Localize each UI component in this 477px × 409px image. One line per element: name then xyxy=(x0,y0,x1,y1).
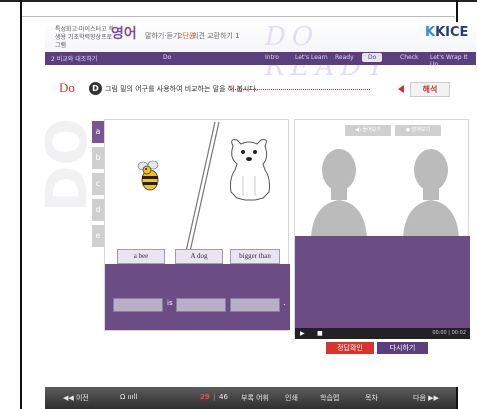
activity-badge: D xyxy=(89,82,102,95)
footer-bar: ◀◀ 이전 Ω ıııll 29 | 46 부록 어휘 인쇄 학습맵 목차 다음… xyxy=(45,387,456,409)
tab-a[interactable]: a xyxy=(92,121,104,143)
answer-blank-3[interactable] xyxy=(230,298,280,312)
play-icon[interactable]: ▶ xyxy=(300,330,305,337)
stop-icon[interactable]: ■ xyxy=(317,330,323,337)
video-area[interactable] xyxy=(295,236,470,328)
word-card-bee[interactable]: a bee xyxy=(117,249,165,264)
nav-ready[interactable]: Ready xyxy=(335,54,354,61)
tab-e[interactable]: e xyxy=(92,225,104,247)
toc-button[interactable]: 목차 xyxy=(365,393,378,403)
kice-logo-text: KICE xyxy=(435,25,469,40)
prev-button[interactable]: ◀◀ 이전 xyxy=(63,393,89,403)
interpret-button[interactable]: 해석 xyxy=(410,82,450,97)
page-current: 29 xyxy=(200,393,210,401)
nav-check[interactable]: Check xyxy=(400,54,418,61)
word-card-bigger-than[interactable]: bigger than xyxy=(230,249,280,264)
check-answer-button[interactable]: 정답확인 xyxy=(326,342,374,354)
sentence-period: . xyxy=(283,298,286,307)
watermark: DO xyxy=(35,117,100,212)
study-map-button[interactable]: 학습맵 xyxy=(320,393,339,403)
nav-do[interactable]: Do xyxy=(362,53,383,62)
video-panel: ◀) 들어보기 ● 말해보기 ▶ ■ 00:00 | 00:02 xyxy=(294,119,470,339)
bee-image xyxy=(137,160,159,191)
word-card-dog[interactable]: A dog xyxy=(175,249,223,264)
sentence-is: is xyxy=(167,299,173,307)
lesson-title: 2 비교와 대조하기 xyxy=(51,56,98,63)
lesson-nav: 2 비교와 대조하기 Do Intro Let's Learn Ready Do… xyxy=(45,52,476,68)
top-rule xyxy=(22,16,455,17)
dotted-divider xyxy=(230,89,370,90)
page-total: 46 xyxy=(219,393,228,401)
section-label: Do xyxy=(163,54,172,61)
speak-button[interactable]: ● 말해보기 xyxy=(395,125,441,136)
speaker-silhouettes xyxy=(311,149,459,238)
video-time: 00:00 | 00:02 xyxy=(432,330,466,336)
arrow-left-icon xyxy=(398,85,404,93)
dog-image xyxy=(230,139,270,201)
headphone-icon[interactable]: Ω ıııll xyxy=(120,393,137,401)
breadcrumb-section: 말하기·듣기 xyxy=(145,32,180,40)
tab-d[interactable]: d xyxy=(92,199,104,221)
nav-wrap-up[interactable]: Let's Wrap It Up xyxy=(430,54,476,68)
activity-heading: Do xyxy=(59,80,75,95)
appendix-button[interactable]: 부록 어휘 xyxy=(241,393,269,403)
tab-c[interactable]: c xyxy=(92,173,104,195)
kice-logo-mark: K xyxy=(425,25,436,40)
retry-button[interactable]: 다시하기 xyxy=(377,342,428,354)
left-border xyxy=(20,0,22,409)
tab-b[interactable]: b xyxy=(92,147,104,169)
top-border xyxy=(0,0,477,2)
next-button[interactable]: 다음 ▶▶ xyxy=(413,393,439,403)
subject-label: 특성화고·마이스터고 학생용 기초학력향상프로그램 xyxy=(55,26,115,49)
answer-blank-2[interactable] xyxy=(176,298,226,312)
video-controls: ▶ ■ 00:00 | 00:02 xyxy=(295,328,470,339)
nav-lets-learn[interactable]: Let's Learn xyxy=(295,54,328,61)
answer-area xyxy=(105,264,290,330)
print-button[interactable]: 인쇄 xyxy=(285,393,298,403)
header: 특성화고·마이스터고 학생용 기초학력향상프로그램 영어 말하기·듣기 2단원 … xyxy=(45,22,476,82)
screen: DO 특성화고·마이스터고 학생용 기초학력향상프로그램 영어 말하기·듣기 2… xyxy=(0,0,477,409)
brand-title: 영어 xyxy=(111,26,137,42)
nav-intro[interactable]: Intro xyxy=(265,54,279,61)
breadcrumb-lesson: 의견 교환하기 1 xyxy=(192,32,240,40)
answer-blank-1[interactable] xyxy=(113,298,163,312)
listen-button[interactable]: ◀) 들어보기 xyxy=(345,125,391,136)
kice-logo: KKICE xyxy=(425,25,468,40)
